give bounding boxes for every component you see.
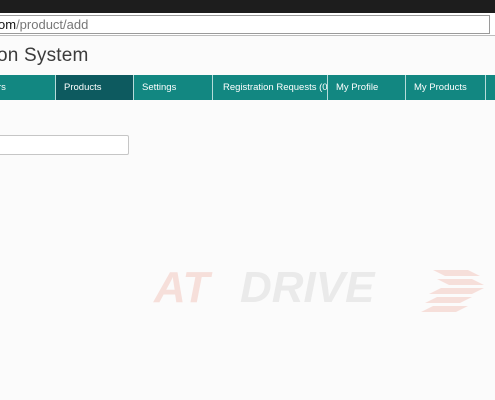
nav-item-my-products[interactable]: My Products: [406, 75, 486, 100]
url-host: om: [0, 17, 17, 32]
search-input[interactable]: [0, 135, 129, 155]
nav-item-label: rs: [0, 82, 6, 93]
app-title: on System: [0, 45, 89, 66]
url-input[interactable]: om/product/add: [0, 15, 490, 34]
nav-item-overflow[interactable]: [486, 75, 495, 100]
watermark-text-a: AT: [153, 263, 213, 312]
nav-item-registration-requests[interactable]: Registration Requests (0): [213, 75, 328, 100]
url-path: /product/add: [16, 17, 89, 32]
nav-item-label: Registration Requests (0): [223, 82, 328, 93]
nav-item-label: My Profile: [336, 82, 379, 93]
nav-item-settings[interactable]: Settings: [134, 75, 213, 100]
at-drive-logo-watermark: AT DRIVE: [153, 263, 484, 312]
window-top-strip: [0, 0, 495, 13]
main-nav: rs Products Settings Registration Reques…: [0, 75, 495, 100]
nav-item-my-profile[interactable]: My Profile: [328, 75, 406, 100]
nav-item-products[interactable]: Products: [56, 75, 134, 100]
nav-item-label: Settings: [142, 82, 177, 93]
nav-item-label: My Products: [414, 82, 467, 93]
watermark-text-b: DRIVE: [240, 263, 376, 312]
nav-item-users[interactable]: rs: [0, 75, 56, 100]
speed-stripes-icon: [421, 270, 484, 312]
nav-item-label: Products: [64, 82, 102, 93]
browser-address-bar: om/product/add: [0, 13, 495, 36]
